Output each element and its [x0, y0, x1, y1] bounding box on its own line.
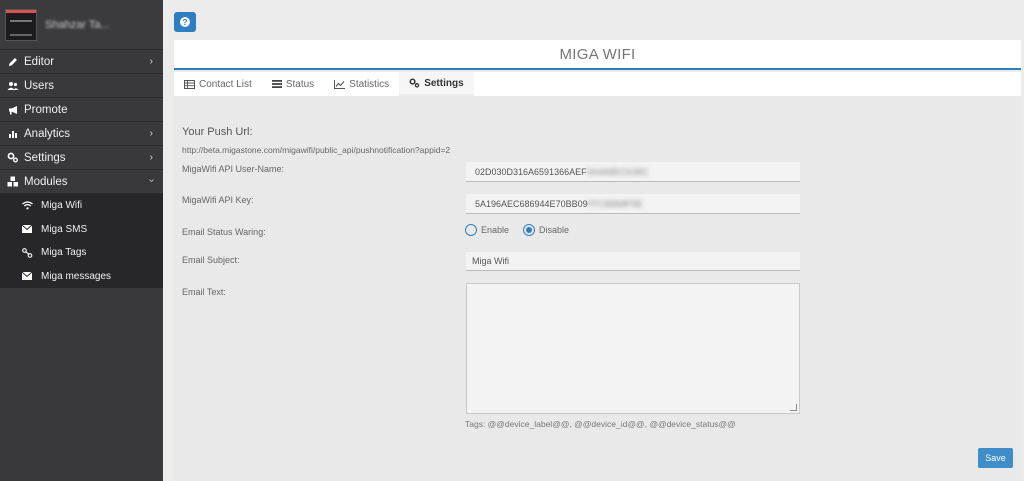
menu-item-modules[interactable]: Modules › — [0, 170, 163, 194]
app-header[interactable]: Shahzar Ta... — [0, 0, 163, 50]
menu-item-label: Users — [24, 79, 55, 92]
api-key-label: MigaWifi API Key: — [182, 195, 254, 205]
tab-bar: Contact List Status Statistics Settings — [174, 72, 1021, 96]
email-subject-value: Miga Wifi — [472, 256, 510, 266]
api-user-masked: 3A4A8EC62BC — [586, 166, 649, 177]
menu-item-analytics[interactable]: Analytics › — [0, 122, 163, 146]
main-menu: Editor › Users Promote Analytics › Setti… — [0, 50, 163, 194]
submenu-item-label: Miga Tags — [41, 247, 87, 259]
list-icon — [184, 79, 195, 89]
email-text-area[interactable] — [466, 283, 800, 414]
disable-label: Disable — [539, 225, 570, 235]
menu-item-label: Modules — [24, 175, 68, 188]
submenu-item-miga-messages[interactable]: Miga messages — [0, 265, 163, 289]
push-url-title: Your Push Url: — [182, 126, 253, 138]
line-chart-icon — [334, 79, 346, 89]
app-thumbnail — [5, 8, 37, 41]
settings-panel: Your Push Url: http://beta.migastone.com… — [174, 96, 1021, 481]
tab-label: Settings — [424, 77, 464, 89]
email-subject-label: Email Subject: — [182, 255, 240, 265]
bars-icon — [271, 80, 282, 88]
menu-item-users[interactable]: Users — [0, 74, 163, 98]
api-key-field[interactable]: 5A196AEC686944E70BB09 FFCB868F5E — [466, 194, 800, 214]
submenu-item-label: Miga SMS — [41, 223, 88, 235]
chevron-down-icon: › — [145, 178, 157, 183]
api-user-field[interactable]: 02D030D316A6591366AEF 3A4A8EC62BC — [466, 162, 800, 182]
chevron-right-icon: › — [149, 152, 153, 163]
save-button[interactable]: Save — [978, 448, 1013, 468]
cogs-icon — [7, 152, 19, 164]
page-title: MIGA WIFI — [559, 45, 636, 63]
email-text-label: Email Text: — [182, 287, 226, 297]
email-status-radio-group: Enable Disable — [465, 224, 569, 236]
submenu-item-label: Miga messages — [41, 270, 112, 282]
submenu-item-miga-tags[interactable]: Miga Tags — [0, 241, 163, 265]
tab-label: Status — [285, 78, 315, 90]
help-button[interactable]: ? — [174, 12, 196, 32]
api-user-value: 02D030D316A6591366AEF — [475, 166, 587, 177]
wifi-icon — [21, 201, 33, 210]
tags-hint: Tags: @@device_label@@, @@device_id@@, @… — [465, 419, 736, 429]
tab-statistics[interactable]: Statistics — [324, 72, 399, 96]
email-status-label: Email Status Waring: — [182, 227, 266, 237]
api-key-value: 5A196AEC686944E70BB09 — [475, 198, 588, 209]
modules-submenu: Miga Wifi Miga SMS Miga Tags Miga messag… — [0, 194, 163, 288]
cogs-icon — [409, 78, 420, 88]
menu-item-promote[interactable]: Promote — [0, 98, 163, 122]
submenu-item-miga-sms[interactable]: Miga SMS — [0, 218, 163, 242]
tab-contact-list[interactable]: Contact List — [174, 72, 262, 96]
cubes-icon — [7, 176, 19, 188]
question-icon: ? — [180, 17, 190, 27]
menu-item-label: Analytics — [24, 127, 71, 140]
tab-label: Statistics — [349, 78, 390, 90]
menu-item-label: Editor — [24, 55, 55, 68]
sidebar: Shahzar Ta... Editor › Users Promote Ana… — [0, 0, 163, 481]
tab-settings[interactable]: Settings — [399, 72, 474, 96]
tags-icon — [21, 247, 33, 258]
api-user-label: MigaWifi API User-Name: — [182, 164, 285, 174]
menu-item-label: Promote — [24, 103, 68, 116]
bullhorn-icon — [7, 104, 19, 116]
enable-radio[interactable] — [465, 224, 477, 236]
user-name: Shahzar Ta... — [45, 18, 110, 31]
users-icon — [7, 80, 19, 92]
menu-item-editor[interactable]: Editor › — [0, 50, 163, 74]
tab-status[interactable]: Status — [262, 72, 324, 96]
pencil-icon — [7, 56, 19, 68]
page-title-bar: MIGA WIFI — [174, 40, 1021, 70]
submenu-item-miga-wifi[interactable]: Miga Wifi — [0, 194, 163, 218]
api-key-masked: FFCB868F5E — [587, 198, 643, 209]
chevron-right-icon: › — [149, 128, 153, 139]
chevron-right-icon: › — [149, 56, 153, 67]
menu-item-settings[interactable]: Settings › — [0, 146, 163, 170]
tab-label: Contact List — [199, 78, 252, 90]
envelope-icon — [21, 225, 33, 234]
bar-chart-icon — [7, 128, 19, 140]
envelope-icon — [21, 272, 33, 281]
push-url-value: http://beta.migastone.com/migawifi/publi… — [182, 145, 451, 155]
email-subject-input[interactable]: Miga Wifi — [466, 252, 800, 271]
enable-label: Enable — [481, 225, 510, 235]
submenu-item-label: Miga Wifi — [41, 200, 83, 212]
menu-item-label: Settings — [24, 151, 66, 164]
disable-radio[interactable] — [523, 224, 536, 236]
